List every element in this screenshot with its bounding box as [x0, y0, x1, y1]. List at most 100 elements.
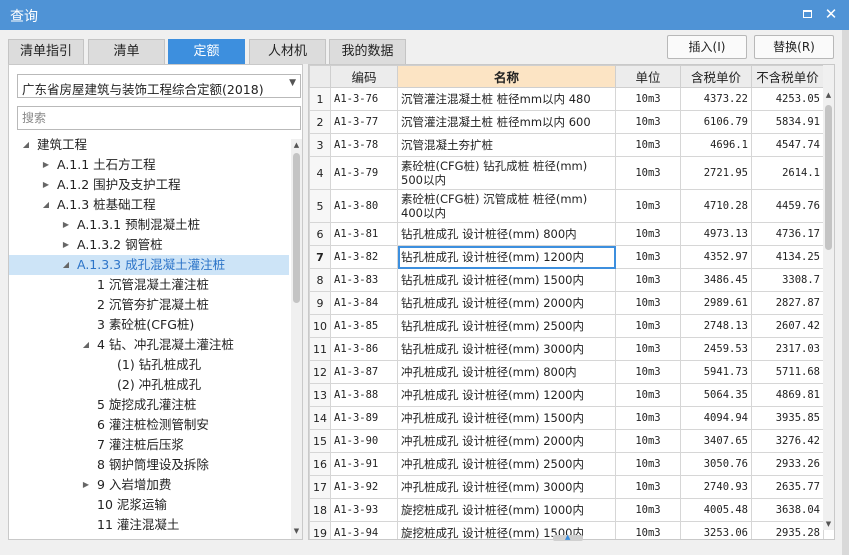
name-cell[interactable]: 钻孔桩成孔 设计桩径(mm) 2500内	[397, 314, 616, 338]
table-row[interactable]: 2 A1-3-77 沉管灌注混凝土桩 桩径mm以内 600 10m3 6106.79 58…	[309, 110, 824, 134]
tree-node[interactable]: ▶ A.1.2 围护及支护工程	[9, 175, 289, 195]
row-number[interactable]: 2	[309, 110, 331, 134]
name-cell[interactable]: 沉管混凝土夯扩桩	[397, 133, 616, 157]
unit-cell[interactable]: 10m3	[615, 383, 681, 407]
unit-header[interactable]: 单位	[615, 65, 681, 88]
code-cell[interactable]: A1-3-94	[330, 521, 398, 539]
tree-node[interactable]: 8 钢护筒埋设及拆除	[9, 455, 289, 475]
notax-price-cell[interactable]: 4547.74	[751, 133, 824, 157]
collapsed-arrow-icon[interactable]: ▶	[41, 175, 51, 195]
table-row[interactable]: 4 A1-3-79 素砼桩(CFG桩) 钻孔成桩 桩径(mm) 500以内 10m3 2…	[309, 156, 824, 190]
code-cell[interactable]: A1-3-78	[330, 133, 398, 157]
name-cell[interactable]: 冲孔桩成孔 设计桩径(mm) 1200内	[397, 383, 616, 407]
unit-cell[interactable]: 10m3	[615, 360, 681, 384]
expanded-arrow-icon[interactable]: ◢	[61, 255, 71, 275]
tax-price-cell[interactable]: 4710.28	[680, 189, 752, 223]
notax-price-cell[interactable]: 4134.25	[751, 245, 824, 269]
tree-node[interactable]: ▶ A.1.3.1 预制混凝土桩	[9, 215, 289, 235]
maximize-icon[interactable]	[797, 4, 817, 24]
row-number[interactable]: 7	[309, 245, 331, 269]
tree-node[interactable]: (2) 冲孔桩成孔	[9, 375, 289, 395]
tree-node[interactable]: 11 灌注混凝土	[9, 515, 289, 535]
notax-price-cell[interactable]: 4253.05	[751, 87, 824, 111]
table-row[interactable]: 7 A1-3-82 钻孔桩成孔 设计桩径(mm) 1200内 10m3 4352.97 4…	[309, 245, 824, 269]
table-row[interactable]: 17 A1-3-92 冲孔桩成孔 设计桩径(mm) 3000内 10m3 2740.93…	[309, 475, 824, 499]
collapsed-arrow-icon[interactable]: ▶	[61, 235, 71, 255]
row-number[interactable]: 6	[309, 222, 331, 246]
grid-scrollbar[interactable]: ▲ ▼	[823, 65, 834, 530]
table-row[interactable]: 8 A1-3-83 钻孔桩成孔 设计桩径(mm) 1500内 10m3 3486.45 3…	[309, 268, 824, 292]
table-row[interactable]: 5 A1-3-80 素砼桩(CFG桩) 沉管成桩 桩径(mm) 400以内 10m3 4…	[309, 189, 824, 223]
notax-price-cell[interactable]: 2607.42	[751, 314, 824, 338]
notax-price-cell[interactable]: 4869.81	[751, 383, 824, 407]
tax-price-cell[interactable]: 5941.73	[680, 360, 752, 384]
notax-price-cell[interactable]: 2317.03	[751, 337, 824, 361]
table-row[interactable]: 15 A1-3-90 冲孔桩成孔 设计桩径(mm) 2000内 10m3 3407.65…	[309, 429, 824, 453]
table-row[interactable]: 18 A1-3-93 旋挖桩成孔 设计桩径(mm) 1000内 10m3 4005.48…	[309, 498, 824, 522]
notax-price-cell[interactable]: 4459.76	[751, 189, 824, 223]
name-cell[interactable]: 钻孔桩成孔 设计桩径(mm) 800内	[397, 222, 616, 246]
collapsed-arrow-icon[interactable]: ▶	[41, 155, 51, 175]
tax-price-cell[interactable]: 6106.79	[680, 110, 752, 134]
row-number[interactable]: 19	[309, 521, 331, 539]
name-cell[interactable]: 旋挖桩成孔 设计桩径(mm) 1000内	[397, 498, 616, 522]
tree-node[interactable]: 5 旋挖成孔灌注桩	[9, 395, 289, 415]
row-number[interactable]: 18	[309, 498, 331, 522]
notax-price-cell[interactable]: 2614.1	[751, 156, 824, 190]
name-cell[interactable]: 沉管灌注混凝土桩 桩径mm以内 600	[397, 110, 616, 134]
tree-node[interactable]: ◢ 建筑工程	[9, 135, 289, 155]
tax-price-cell[interactable]: 2989.61	[680, 291, 752, 315]
tax-price-cell[interactable]: 3050.76	[680, 452, 752, 476]
table-row[interactable]: 12 A1-3-87 冲孔桩成孔 设计桩径(mm) 800内 10m3 5941.73 5…	[309, 360, 824, 384]
tax-price-cell[interactable]: 2721.95	[680, 156, 752, 190]
row-number[interactable]: 13	[309, 383, 331, 407]
code-cell[interactable]: A1-3-81	[330, 222, 398, 246]
code-cell[interactable]: A1-3-83	[330, 268, 398, 292]
row-number[interactable]: 10	[309, 314, 331, 338]
insert-button[interactable]: 插入(I)	[667, 35, 747, 59]
table-row[interactable]: 6 A1-3-81 钻孔桩成孔 设计桩径(mm) 800内 10m3 4973.13 47…	[309, 222, 824, 246]
tree-node[interactable]: ◢ A.1.3.3 成孔混凝土灌注桩	[9, 255, 289, 275]
tax-price-header[interactable]: 含税单价	[680, 65, 752, 88]
unit-cell[interactable]: 10m3	[615, 87, 681, 111]
row-number[interactable]: 5	[309, 189, 331, 223]
tax-price-cell[interactable]: 4696.1	[680, 133, 752, 157]
notax-price-cell[interactable]: 3935.85	[751, 406, 824, 430]
name-cell[interactable]: 冲孔桩成孔 设计桩径(mm) 2500内	[397, 452, 616, 476]
search-input[interactable]	[17, 106, 301, 130]
unit-cell[interactable]: 10m3	[615, 429, 681, 453]
collapsed-arrow-icon[interactable]: ▶	[81, 475, 91, 495]
scroll-up-icon[interactable]: ▲	[292, 141, 301, 151]
unit-cell[interactable]: 10m3	[615, 452, 681, 476]
notax-price-cell[interactable]: 3308.7	[751, 268, 824, 292]
collapsed-arrow-icon[interactable]: ▶	[61, 215, 71, 235]
unit-cell[interactable]: 10m3	[615, 245, 681, 269]
scroll-thumb[interactable]	[825, 105, 832, 250]
tree-node[interactable]: ▶ 9 入岩增加费	[9, 475, 289, 495]
tree-scrollbar[interactable]: ▲ ▼	[291, 139, 302, 539]
tab-bill-guide[interactable]: 清单指引	[8, 39, 84, 64]
unit-cell[interactable]: 10m3	[615, 314, 681, 338]
notax-price-cell[interactable]: 3276.42	[751, 429, 824, 453]
replace-button[interactable]: 替换(R)	[754, 35, 834, 59]
tax-price-cell[interactable]: 2740.93	[680, 475, 752, 499]
tree-node[interactable]: ◢ A.1.3 桩基础工程	[9, 195, 289, 215]
name-cell[interactable]: 冲孔桩成孔 设计桩径(mm) 3000内	[397, 475, 616, 499]
code-header[interactable]: 编码	[330, 65, 398, 88]
tree-node[interactable]: 7 灌注桩后压浆	[9, 435, 289, 455]
tax-price-cell[interactable]: 5064.35	[680, 383, 752, 407]
table-row[interactable]: 9 A1-3-84 钻孔桩成孔 设计桩径(mm) 2000内 10m3 2989.61 2…	[309, 291, 824, 315]
close-icon[interactable]: ✕	[821, 4, 841, 24]
table-row[interactable]: 3 A1-3-78 沉管混凝土夯扩桩 10m3 4696.1 4547.74	[309, 133, 824, 157]
unit-cell[interactable]: 10m3	[615, 521, 681, 539]
unit-cell[interactable]: 10m3	[615, 156, 681, 190]
unit-cell[interactable]: 10m3	[615, 268, 681, 292]
tree-node[interactable]: ▶ A.1.3.2 钢管桩	[9, 235, 289, 255]
tax-price-cell[interactable]: 4005.48	[680, 498, 752, 522]
quota-library-select[interactable]: 广东省房屋建筑与装饰工程综合定额(2018) ▼	[17, 74, 301, 98]
unit-cell[interactable]: 10m3	[615, 222, 681, 246]
code-cell[interactable]: A1-3-89	[330, 406, 398, 430]
expanded-arrow-icon[interactable]: ◢	[81, 335, 91, 355]
panel-splitter[interactable]: ▲	[553, 533, 583, 541]
tree-node[interactable]: (1) 钻孔桩成孔	[9, 355, 289, 375]
